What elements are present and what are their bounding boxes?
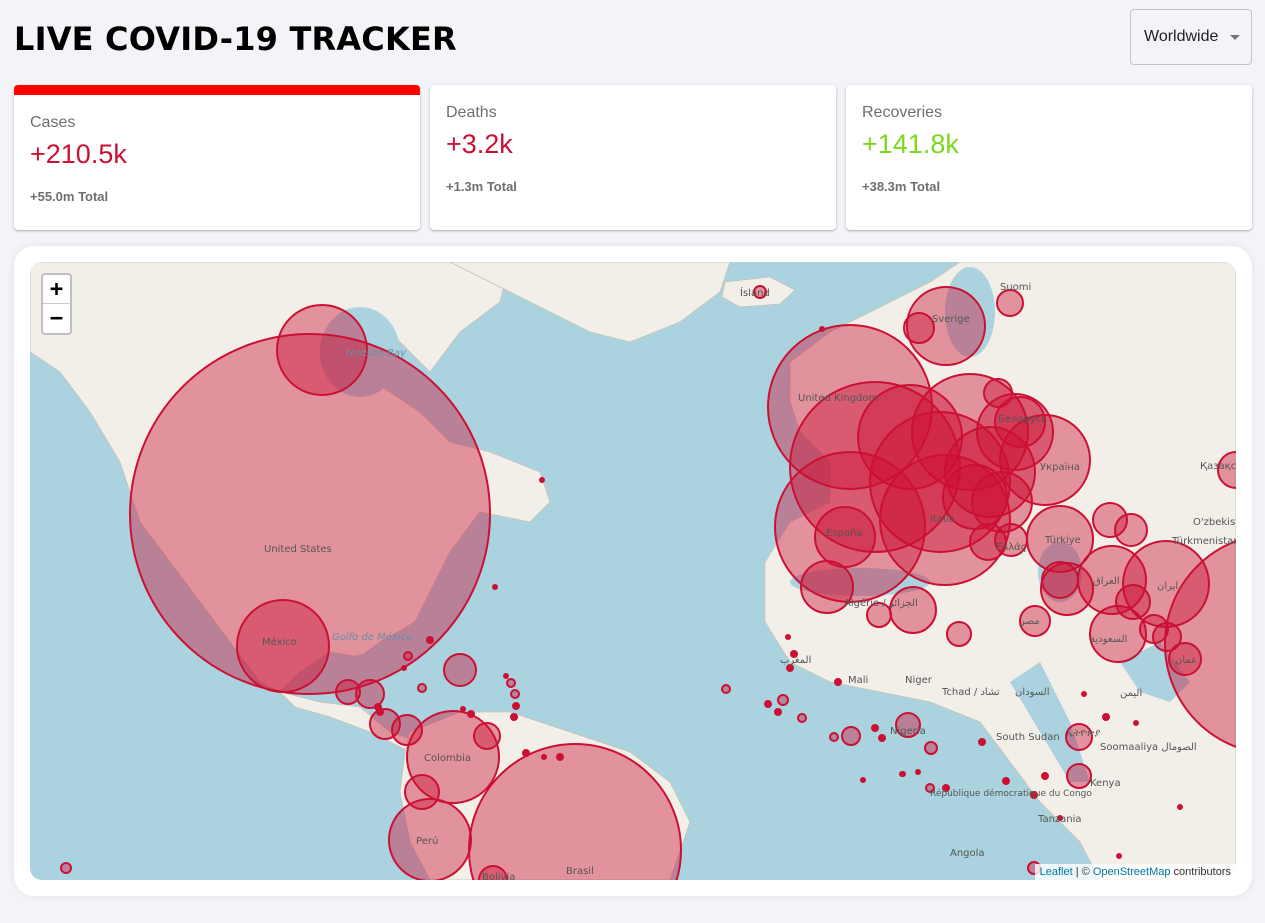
deaths-card-value: +3.2k xyxy=(446,129,513,159)
map-label: العراق xyxy=(1093,576,1120,587)
map-label: اليمن xyxy=(1120,688,1142,699)
zoom-out-button[interactable]: − xyxy=(43,304,70,333)
map-label: Ísland xyxy=(740,286,770,299)
recoveries-card-total: +38.3m Total xyxy=(862,179,941,194)
circle-kuwait xyxy=(1115,584,1151,620)
map-label: Hudson Bay xyxy=(346,348,407,359)
map-label: السعودية xyxy=(1090,634,1127,645)
circle-costa-rica xyxy=(391,714,423,746)
circle-finland xyxy=(996,289,1024,317)
circle-kenya xyxy=(1066,763,1092,789)
map-label: Suomi xyxy=(1000,282,1031,293)
circle-algeria xyxy=(889,586,937,634)
map-label: Perú xyxy=(416,835,438,847)
map-label: Tanzania xyxy=(1037,814,1082,825)
circle-ecuador xyxy=(404,774,440,810)
map-label: United Kingdom xyxy=(798,393,878,404)
leaflet-link[interactable]: Leaflet xyxy=(1040,866,1073,878)
map-label: Niger xyxy=(905,675,933,686)
map-label: Türkiye xyxy=(1044,535,1081,546)
chevron-down-icon xyxy=(1230,35,1240,40)
map-label: Italia xyxy=(930,514,955,525)
circle-lebanon xyxy=(1041,561,1079,599)
deaths-card-label: Deaths xyxy=(446,104,497,121)
map-label: Angola xyxy=(950,848,985,859)
map-label: Golfo de México xyxy=(332,631,412,643)
circle-norway xyxy=(903,312,935,344)
map-label: Kenya xyxy=(1090,778,1121,789)
openstreetmap-link[interactable]: OpenStreetMap xyxy=(1093,866,1171,878)
recoveries-card[interactable]: Recoveries +141.8k +38.3m Total xyxy=(846,85,1252,230)
map-label: République démocratique du Congo xyxy=(930,788,1092,799)
app-title: LIVE COVID-19 TRACKER xyxy=(14,20,457,58)
map-label: Беларусь xyxy=(998,414,1047,425)
map-label: Türkmenistan xyxy=(1171,536,1236,547)
cases-card-value: +210.5k xyxy=(30,139,127,169)
zoom-in-button[interactable]: + xyxy=(43,275,70,304)
map-label: المغرب xyxy=(780,655,811,666)
circle-libya xyxy=(946,621,972,647)
deaths-card-total: +1.3m Total xyxy=(446,179,517,194)
map-label: مصر xyxy=(1019,616,1040,627)
circle-dominican xyxy=(443,653,477,687)
map-label: Algérie / الجزائر xyxy=(844,597,918,609)
map-label: Mali xyxy=(848,675,868,686)
country-dropdown[interactable]: Worldwide xyxy=(1130,9,1252,65)
map-label: عمان xyxy=(1175,655,1197,666)
map-label: Colombia xyxy=(424,753,471,764)
map-label: Brasil xyxy=(566,866,594,877)
map-attribution: Leaflet | © OpenStreetMap contributors xyxy=(1034,864,1236,880)
map-label: Sverige xyxy=(932,314,970,325)
map-label: México xyxy=(262,636,297,648)
map-label: Bolivia xyxy=(482,872,515,880)
recoveries-card-label: Recoveries xyxy=(862,104,943,121)
circle-venezuela xyxy=(473,722,501,750)
map-label: Қазақстан xyxy=(1200,461,1236,472)
circle-latvia xyxy=(983,378,1013,408)
map-label: O'zbekiston xyxy=(1193,517,1236,528)
deaths-card[interactable]: Deaths +3.2k +1.3m Total xyxy=(430,85,836,230)
cases-card[interactable]: Cases +210.5k +55.0m Total xyxy=(14,85,420,230)
map-label: South Sudan xyxy=(996,732,1060,743)
recoveries-card-value: +141.8k xyxy=(862,129,959,159)
map-label: ኢትዮጵያ xyxy=(1066,728,1100,739)
zoom-control: + − xyxy=(41,273,72,335)
map-label: United States xyxy=(264,544,332,555)
cases-card-label: Cases xyxy=(30,114,76,131)
attribution-contributors: contributors xyxy=(1170,866,1231,878)
map-canvas[interactable]: Ísland Suomi Sverige United Kingdom Бела… xyxy=(30,262,1236,880)
map-label: ایران xyxy=(1157,581,1178,592)
map-label: Soomaaliya الصومال xyxy=(1100,742,1197,753)
country-dropdown-value: Worldwide xyxy=(1144,28,1219,45)
map-label: España xyxy=(826,528,862,539)
circle-ghana xyxy=(841,726,861,746)
map-label: Tchad / تشاد xyxy=(941,687,1000,698)
attribution-separator: | © xyxy=(1072,866,1093,878)
map-label: السودان xyxy=(1015,687,1050,698)
map-label: Nigeria xyxy=(890,726,926,737)
map-label: Ελλάς xyxy=(996,541,1027,553)
map-label: Україна xyxy=(1040,462,1080,473)
cases-card-total: +55.0m Total xyxy=(30,189,109,204)
circle-azerbaijan xyxy=(1114,513,1148,547)
world-map[interactable]: Ísland Suomi Sverige United Kingdom Бела… xyxy=(30,262,1236,880)
circle-romania xyxy=(971,471,1033,533)
circle-honduras xyxy=(335,679,361,705)
